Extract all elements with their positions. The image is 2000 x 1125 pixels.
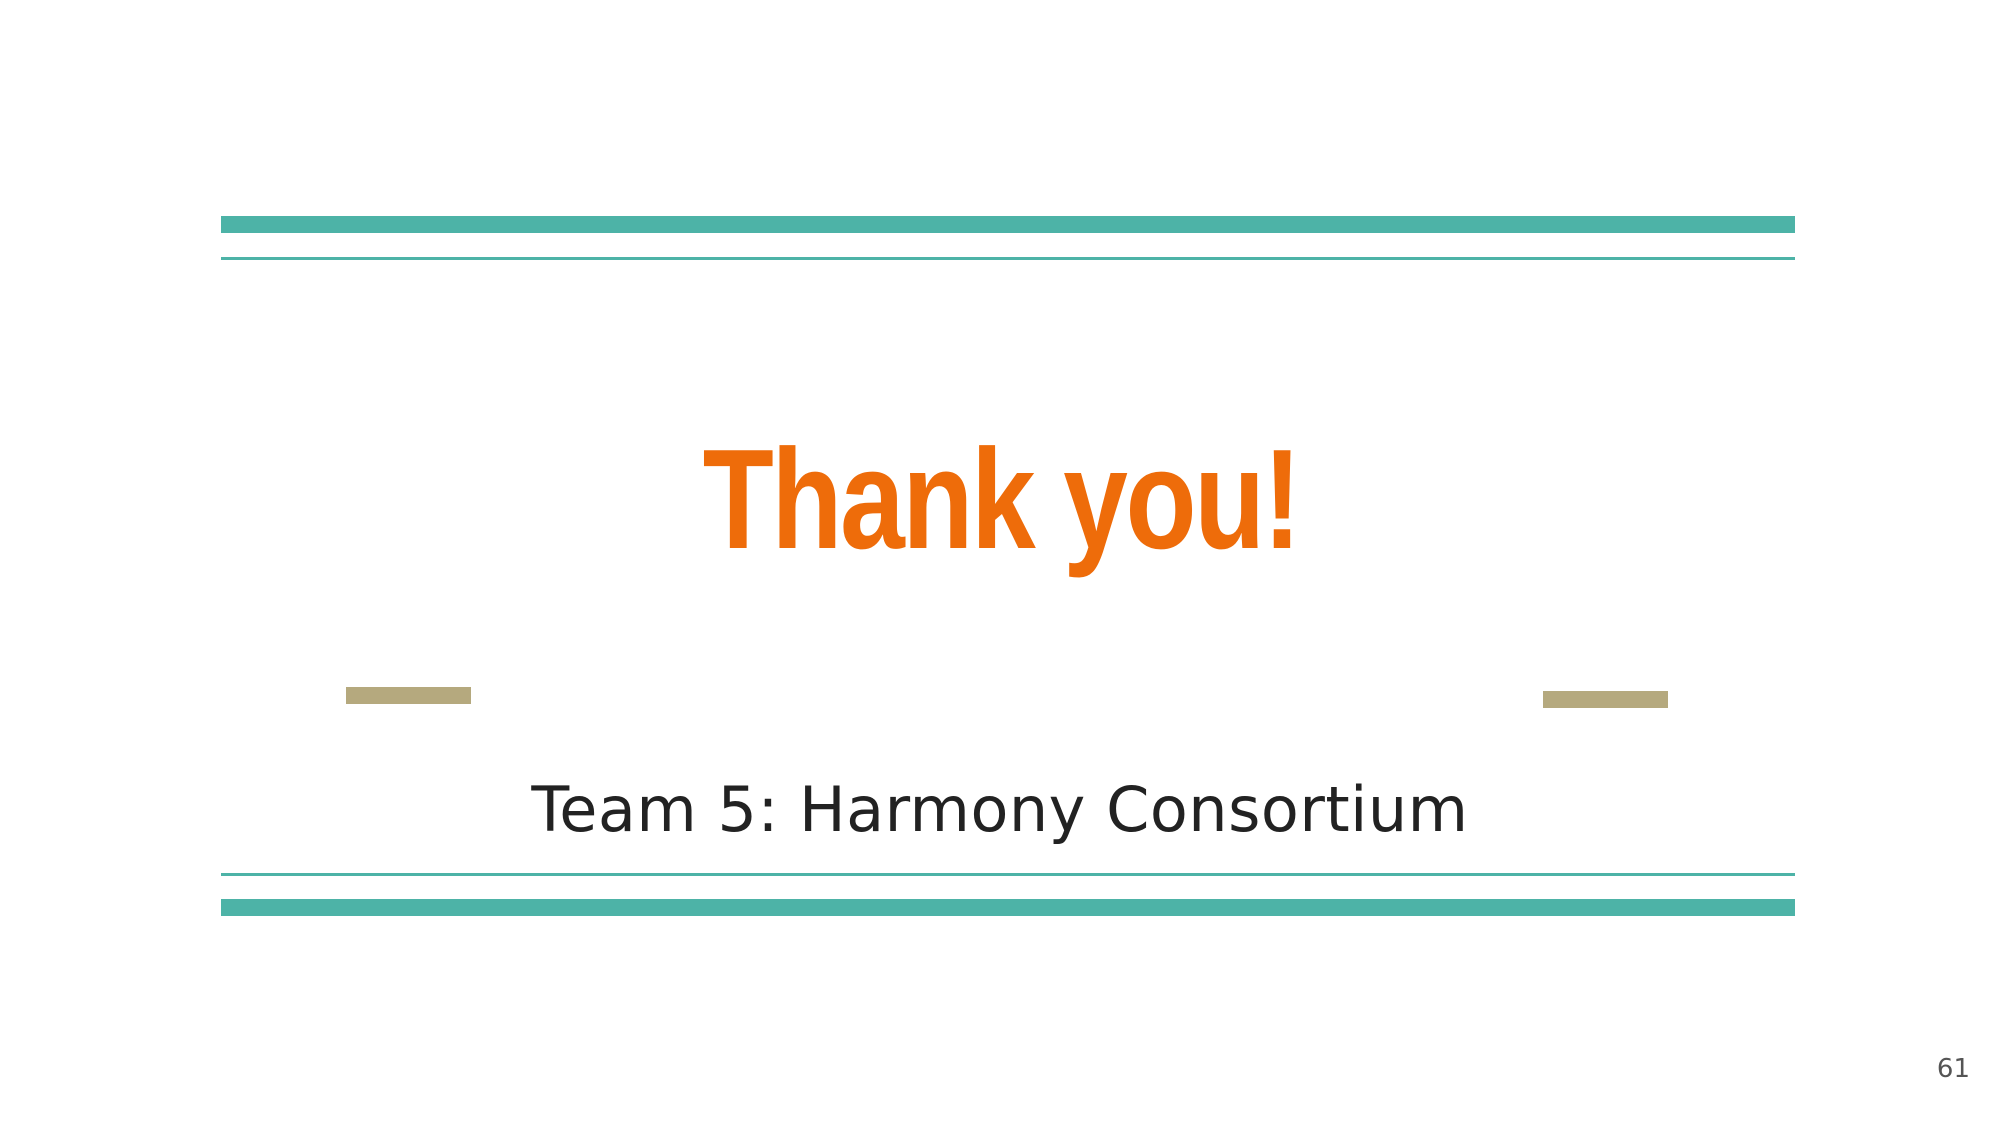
top-thick-rule	[221, 216, 1795, 233]
page-number: 61	[1936, 1054, 1970, 1084]
bottom-thin-rule	[221, 873, 1795, 876]
bottom-thick-rule	[221, 899, 1795, 916]
slide: Thank you! Team 5: Harmony Consortium 61	[0, 0, 2000, 1125]
slide-subtitle: Team 5: Harmony Consortium	[531, 773, 1469, 846]
left-accent-dash	[346, 687, 471, 704]
right-accent-dash	[1543, 691, 1668, 708]
slide-title: Thank you!	[702, 420, 1302, 579]
top-thin-rule	[221, 257, 1795, 260]
